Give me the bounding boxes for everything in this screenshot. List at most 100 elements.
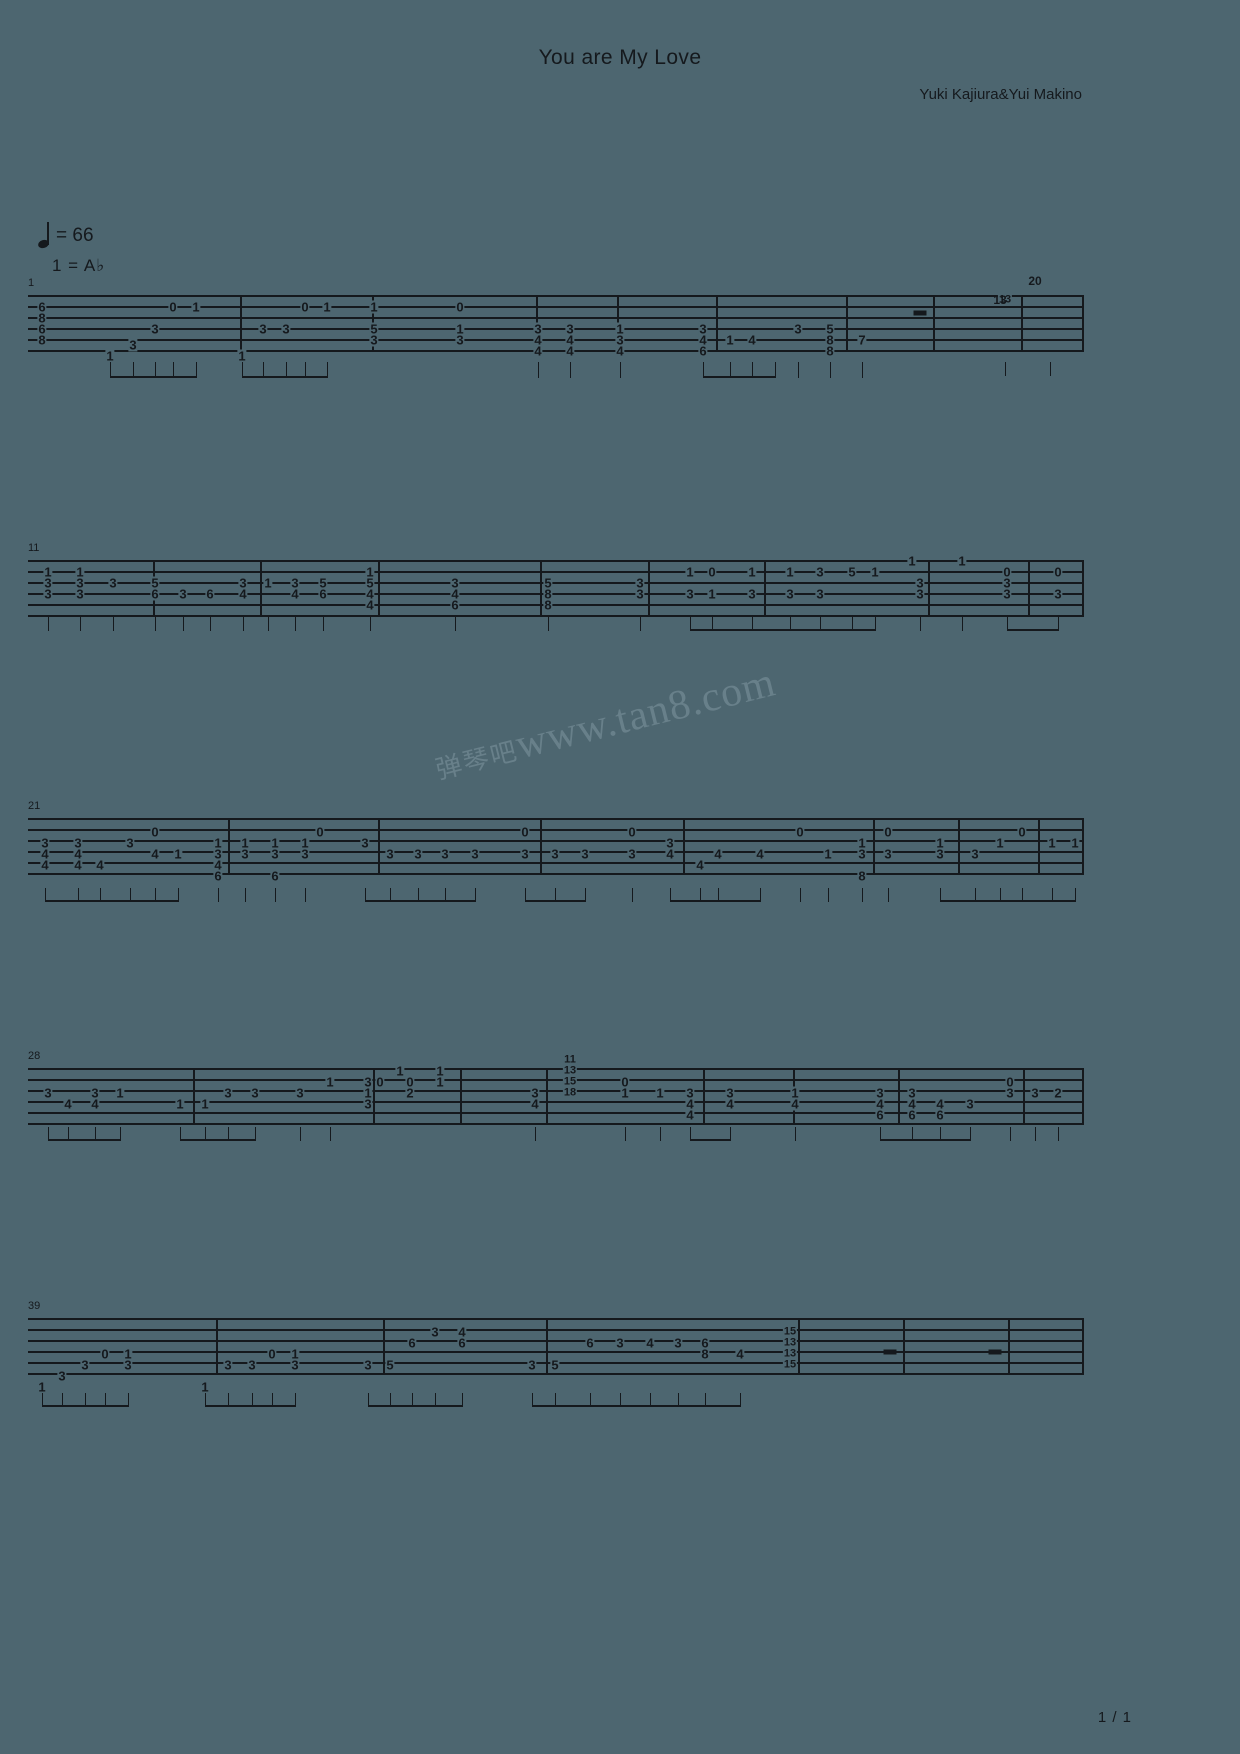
tab-fret-number: 3 [223,1357,233,1373]
tab-fret-number: 0 [315,824,325,840]
tab-fret-number: 3 [250,1085,260,1101]
note-stem [660,1127,662,1141]
barline [546,1318,548,1373]
tab-fret-number: 1 [435,1074,445,1090]
tab-fret-number: 6 [907,1107,917,1123]
tab-fret-number: 6 [318,586,328,602]
note-stem [196,362,198,378]
staff-line [28,328,1084,330]
position-marker: 20 [1028,274,1042,288]
note-stem [113,617,115,631]
tab-fret-number: 3 [580,846,590,862]
tab-fret-number: 6 [407,1335,417,1351]
note-stem [570,362,572,378]
tab-fret-number: 1 [200,1379,210,1395]
tab-fret-number: 4 [713,846,723,862]
tab-fret-number: 1 [747,564,757,580]
tab-fret-number: 3 [385,846,395,862]
quarter-note-icon [37,222,51,250]
note-stem [255,1127,257,1141]
barline [193,1068,195,1123]
note-beam [670,900,760,902]
note-stem [795,1127,797,1141]
staff-line [28,1373,1084,1375]
tab-fret-number: 3 [300,846,310,862]
staff-line [28,604,1084,606]
note-stem [828,888,830,902]
tab-fret-number: 3 [123,1357,133,1373]
note-stem [548,617,550,631]
note-stem [1050,362,1052,376]
end-barline [1082,1318,1084,1373]
note-stem [210,617,212,631]
tab-fret-number: 3 [178,586,188,602]
tab-fret-number: 1 [823,846,833,862]
tab-fret-number: 8 [543,597,553,613]
note-beam [365,900,475,902]
staff-line [28,1340,1084,1342]
note-stem [243,617,245,631]
tab-fret-number: 3 [520,846,530,862]
tab-fret-number: 4 [565,343,575,359]
staff-line [28,350,1084,352]
barline [216,1318,218,1373]
note-beam [690,629,875,631]
tab-fret-number: 3 [1002,586,1012,602]
staff-line [28,1068,1084,1070]
tab-fret-number: 3 [80,1357,90,1373]
tab-fret-number: 6 [205,586,215,602]
measure-number: 28 [28,1050,41,1062]
tab-fret-number: 4 [150,846,160,862]
tab-fret-number: 3 [363,1357,373,1373]
tab-fret-number: 1 [907,553,917,569]
staff-line [28,1112,1084,1114]
tab-fret-number: 2 [405,1085,415,1101]
tab-fret-number: 3 [290,1357,300,1373]
tab-fret-number: 5 [385,1357,395,1373]
tab-fret-number: 3 [360,835,370,851]
tab-fret-number: 1 [870,564,880,580]
note-stem [295,1393,297,1407]
staff-line [28,1079,1084,1081]
tab-fret-number: 3 [240,846,250,862]
note-stem [300,1127,302,1141]
tab-fret-number: 1 [707,586,717,602]
tab-fret-number: 3 [43,1085,53,1101]
barline [1038,818,1040,873]
tab-fret-number: 4 [530,1096,540,1112]
tab-fret-number: 1 [995,835,1005,851]
composer-credit: Yuki Kajiura&Yui Makino [919,86,1082,103]
tab-fret-number: 4 [615,343,625,359]
tab-fret-number: 3 [785,586,795,602]
note-beam [940,900,1075,902]
tab-fret-number: 1 [237,348,247,364]
tab-staff [28,295,1084,352]
tab-fret-number: 3 [75,586,85,602]
end-barline [1082,560,1084,615]
watermark-cn-text: 弹琴吧 [432,736,522,785]
site-watermark: 弹琴吧www.tan8.com [429,658,780,789]
tab-fret-number: 3 [281,321,291,337]
note-stem [640,617,642,631]
tab-fret-number: 1 [957,553,967,569]
note-stem [1058,617,1060,631]
tab-fret-number: 1 [785,564,795,580]
tab-fret-number: 1 [1047,835,1057,851]
tab-fret-number: 1 [191,299,201,315]
tab-fret-number: 4 [790,1096,800,1112]
tab-fret-number: 3 [793,321,803,337]
tab-fret-number: 1 [395,1063,405,1079]
note-beam [368,1405,462,1407]
tab-fret-number: 4 [695,857,705,873]
tab-fret-number: 1 [200,1096,210,1112]
tab-fret-number: 4 [90,1096,100,1112]
note-stem [760,888,762,902]
tab-fret-number: 3 [363,1074,373,1090]
tab-fret-number: 3 [1053,586,1063,602]
tab-fret-number: 1 [322,299,332,315]
tab-fret-number: 0 [707,564,717,580]
staff-line [28,1101,1084,1103]
end-barline [1082,295,1084,350]
note-stem [48,617,50,631]
note-stem [1058,1127,1060,1141]
